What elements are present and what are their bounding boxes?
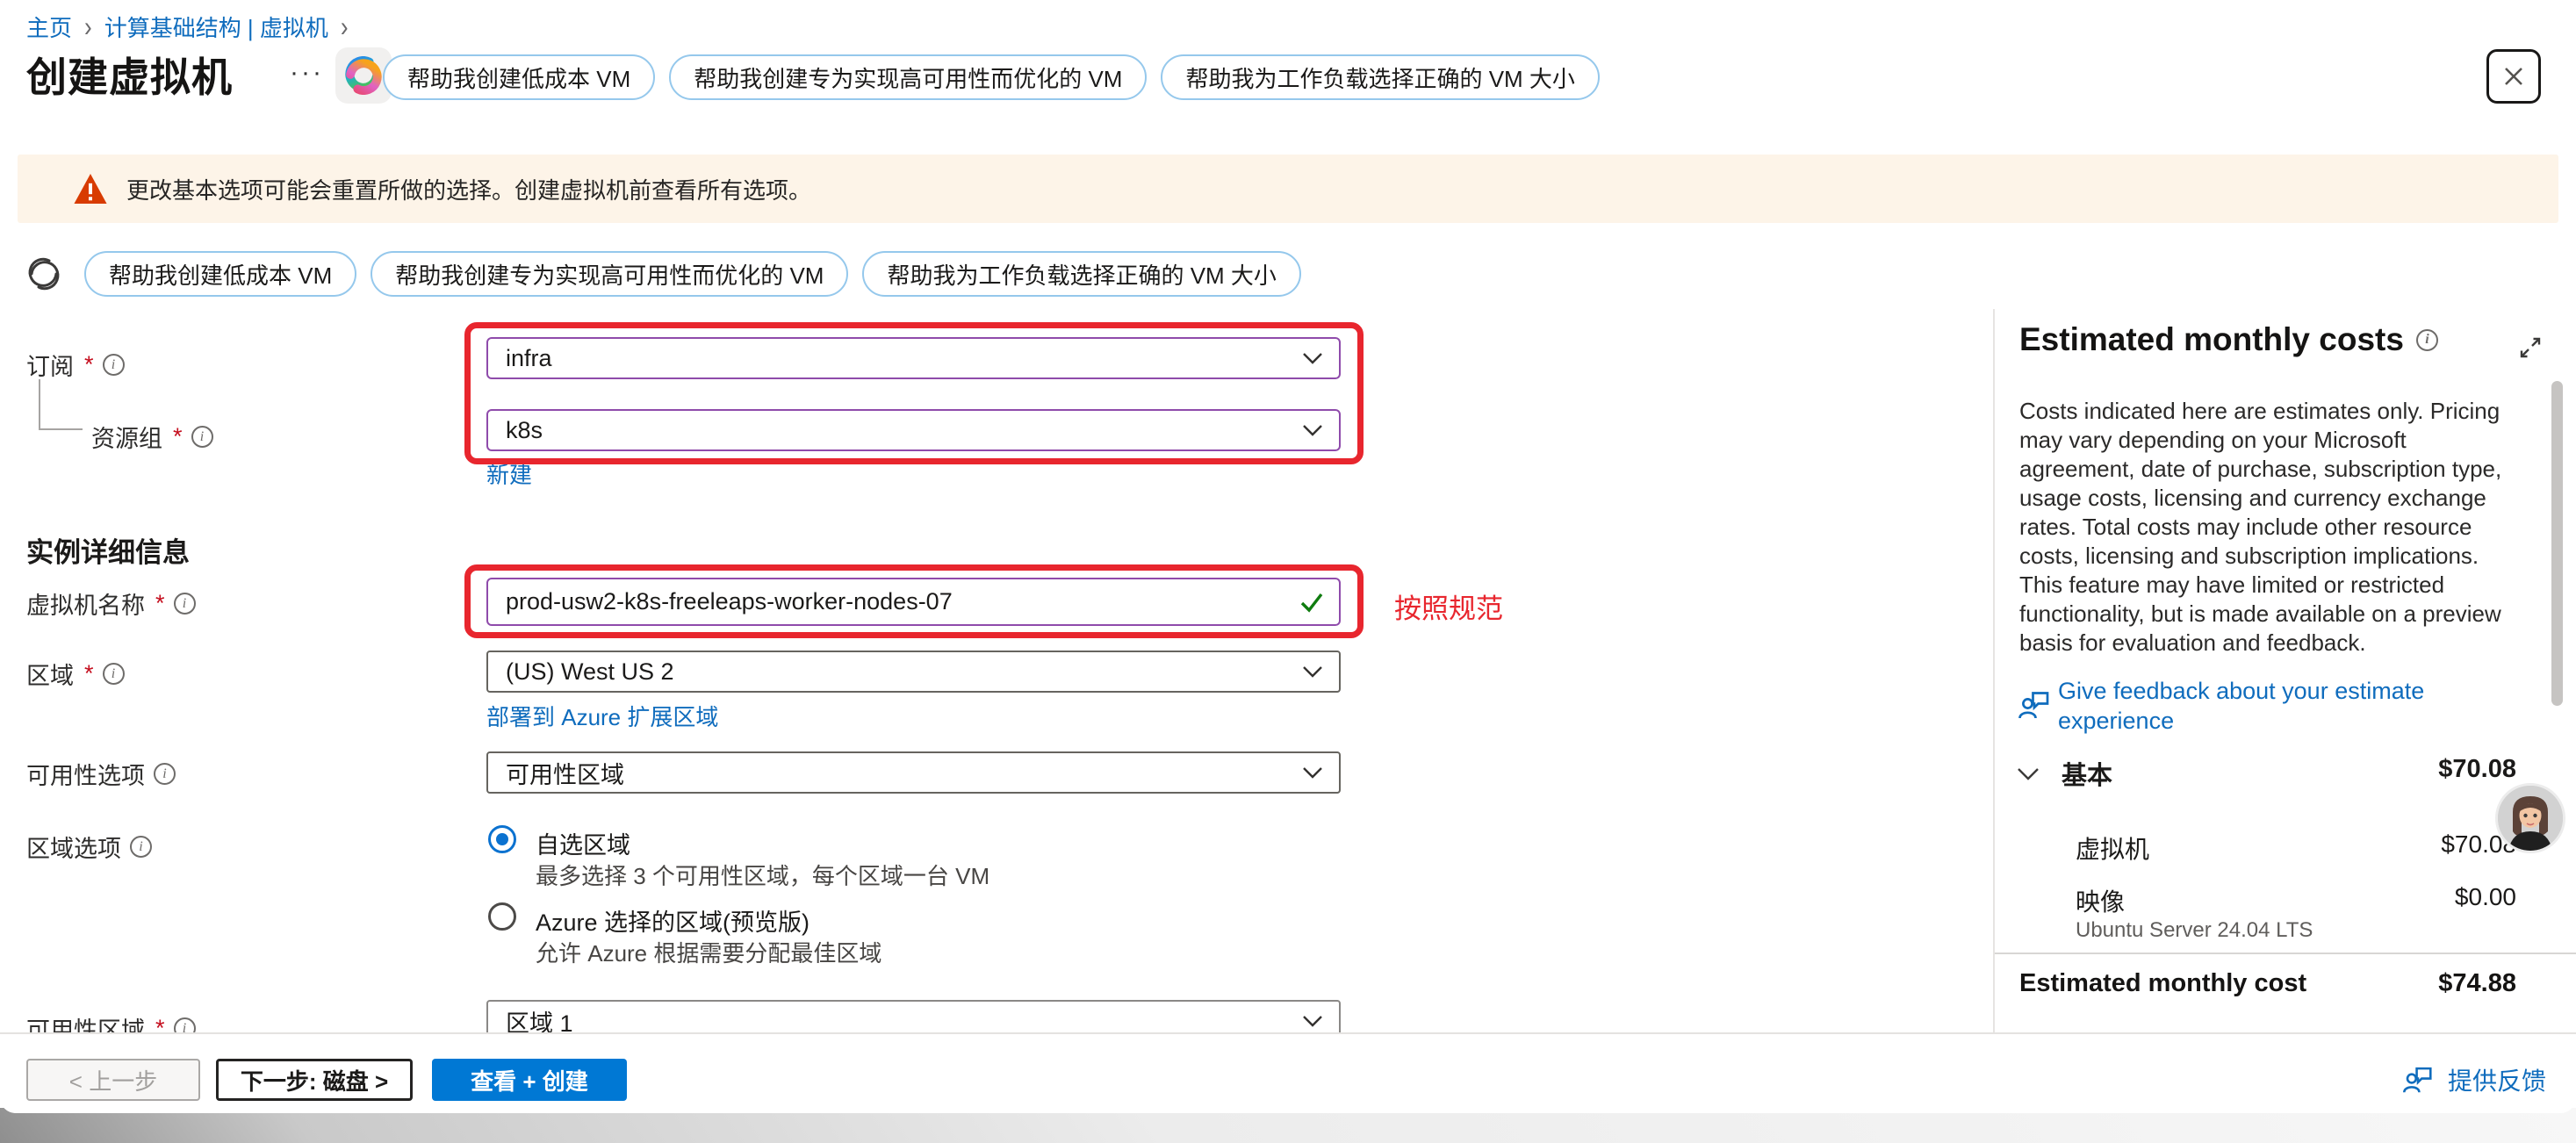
avatar[interactable]: [2495, 783, 2565, 853]
suggestion-right-vm-size[interactable]: 帮助我为工作负载选择正确的 VM 大小: [1161, 54, 1599, 100]
panel-divider: [1993, 309, 1995, 1032]
give-feedback-link[interactable]: Give feedback about your estimate experi…: [2058, 676, 2479, 736]
annotation-text: 按照规范: [1394, 586, 1503, 626]
cost-group-basic-label[interactable]: 基本: [2062, 755, 2112, 792]
cost-total-value: $74.88: [2283, 969, 2516, 998]
chevron-down-icon: [1302, 665, 1323, 678]
cost-group-basic-value: $70.08: [2283, 755, 2516, 784]
info-icon[interactable]: i: [130, 836, 152, 858]
cost-panel-title: Estimated monthly costs i: [2019, 321, 2438, 358]
region-dropdown[interactable]: (US) West US 2: [486, 651, 1341, 693]
cost-total-label: Estimated monthly cost: [2019, 969, 2306, 998]
radio-azure-selected-zones[interactable]: [488, 902, 516, 931]
next-disks-button[interactable]: 下一步: 磁盘 >: [216, 1059, 413, 1101]
radio-azure-selected-zones-label[interactable]: Azure 选择的区域(预览版): [536, 903, 809, 938]
suggestion-high-availability-vm[interactable]: 帮助我创建专为实现高可用性而优化的 VM: [669, 54, 1147, 100]
cost-item-image-value: $0.00: [2283, 883, 2516, 911]
footer-bar: < 上一步 下一步: 磁盘 > 查看 + 创建 提供反馈: [0, 1032, 2576, 1113]
resource-group-dropdown[interactable]: k8s: [486, 409, 1341, 451]
radio-self-selected-zones[interactable]: [488, 825, 516, 853]
close-button[interactable]: [2486, 49, 2541, 104]
tree-connector: [39, 379, 83, 430]
radio-self-selected-zones-desc: 最多选择 3 个可用性区域，每个区域一台 VM: [536, 859, 989, 891]
copilot-logo-icon: [344, 56, 383, 95]
copilot-suggestions-header: 帮助我创建低成本 VM 帮助我创建专为实现高可用性而优化的 VM 帮助我为工作负…: [383, 54, 1600, 100]
radio-self-selected-zones-label[interactable]: 自选区域: [536, 826, 630, 860]
cost-item-image-sub: Ubuntu Server 24.04 LTS: [2076, 918, 2313, 943]
cost-total-divider: [1995, 952, 2576, 954]
page-title: 创建虚拟机: [26, 46, 233, 104]
review-create-button[interactable]: 查看 + 创建: [432, 1059, 627, 1101]
breadcrumb-home[interactable]: 主页: [26, 11, 72, 43]
section-heading-instance-details: 实例详细信息: [26, 530, 190, 570]
region-label: 区域* i: [26, 657, 125, 691]
breadcrumb-chevron-icon: ›: [341, 10, 349, 44]
warning-banner: 更改基本选项可能会重置所做的选择。创建虚拟机前查看所有选项。: [18, 155, 2558, 223]
warning-text: 更改基本选项可能会重置所做的选择。创建虚拟机前查看所有选项。: [126, 173, 811, 205]
zone-options-label: 区域选项 i: [26, 830, 152, 864]
vm-name-input[interactable]: prod-usw2-k8s-freeleaps-worker-nodes-07: [486, 578, 1341, 626]
suggestion-high-availability-vm[interactable]: 帮助我创建专为实现高可用性而优化的 VM: [371, 251, 848, 297]
vm-name-label: 虚拟机名称* i: [26, 586, 196, 621]
info-icon[interactable]: i: [2416, 329, 2438, 351]
chevron-down-icon: [1302, 766, 1323, 779]
suggestion-low-cost-vm[interactable]: 帮助我创建低成本 VM: [84, 251, 356, 297]
chevron-down-icon: [1302, 424, 1323, 436]
panel-scrollbar[interactable]: [2551, 381, 2563, 706]
subscription-dropdown[interactable]: infra: [486, 337, 1341, 379]
chevron-down-icon: [1302, 352, 1323, 364]
copilot-outline-icon: [23, 253, 65, 295]
feedback-icon: [2016, 687, 2053, 723]
cost-panel-description: Costs indicated here are estimates only.…: [2019, 397, 2518, 658]
availability-options-label: 可用性选项 i: [26, 757, 176, 791]
suggestion-right-vm-size[interactable]: 帮助我为工作负载选择正确的 VM 大小: [862, 251, 1300, 297]
info-icon[interactable]: i: [174, 593, 196, 615]
chevron-down-icon: [1302, 1015, 1323, 1027]
suggestion-low-cost-vm[interactable]: 帮助我创建低成本 VM: [383, 54, 655, 100]
create-new-link[interactable]: 新建: [486, 457, 532, 490]
info-icon[interactable]: i: [103, 663, 125, 685]
feedback-icon: [2400, 1062, 2436, 1097]
required-asterisk: *: [84, 351, 94, 378]
previous-step-button[interactable]: < 上一步: [26, 1059, 200, 1101]
resource-group-label: 资源组* i: [91, 420, 213, 454]
subscription-label: 订阅* i: [26, 348, 125, 382]
copilot-suggestions-row: 帮助我创建低成本 VM 帮助我创建专为实现高可用性而优化的 VM 帮助我为工作负…: [84, 251, 1301, 297]
collapse-panel-icon[interactable]: [2516, 334, 2544, 362]
close-icon: [2500, 62, 2528, 90]
info-icon[interactable]: i: [191, 426, 213, 448]
breadcrumb-virtual-machines[interactable]: 计算基础结构 | 虚拟机: [104, 11, 328, 43]
edge-zone-link[interactable]: 部署到 Azure 扩展区域: [486, 700, 718, 732]
availability-options-dropdown[interactable]: 可用性区域: [486, 751, 1341, 794]
required-asterisk: *: [155, 590, 165, 617]
create-vm-blade: 主页 › 计算基础结构 | 虚拟机 › 创建虚拟机 ··· 帮助我创建低成本 V…: [0, 0, 2576, 1113]
cost-item-image-label: 映像: [2076, 883, 2125, 918]
provide-feedback-link[interactable]: 提供反馈: [2400, 1062, 2546, 1097]
warning-icon: [74, 174, 107, 204]
radio-azure-selected-zones-desc: 允许 Azure 根据需要分配最佳区域: [536, 936, 881, 968]
more-options-icon[interactable]: ···: [290, 58, 324, 88]
valid-check-icon: [1298, 588, 1326, 616]
breadcrumb-chevron-icon: ›: [84, 10, 92, 44]
info-icon[interactable]: i: [154, 763, 176, 785]
info-icon[interactable]: i: [103, 354, 125, 376]
cost-item-vm-value: $70.08: [2283, 830, 2516, 859]
required-asterisk: *: [84, 660, 94, 687]
avatar-illustration: [2498, 786, 2563, 851]
breadcrumb: 主页 › 计算基础结构 | 虚拟机 ›: [26, 11, 349, 43]
chevron-down-icon[interactable]: [2016, 766, 2040, 781]
required-asterisk: *: [173, 423, 183, 450]
page-background-band: [0, 1108, 2576, 1143]
cost-item-vm-label: 虚拟机: [2076, 830, 2149, 866]
